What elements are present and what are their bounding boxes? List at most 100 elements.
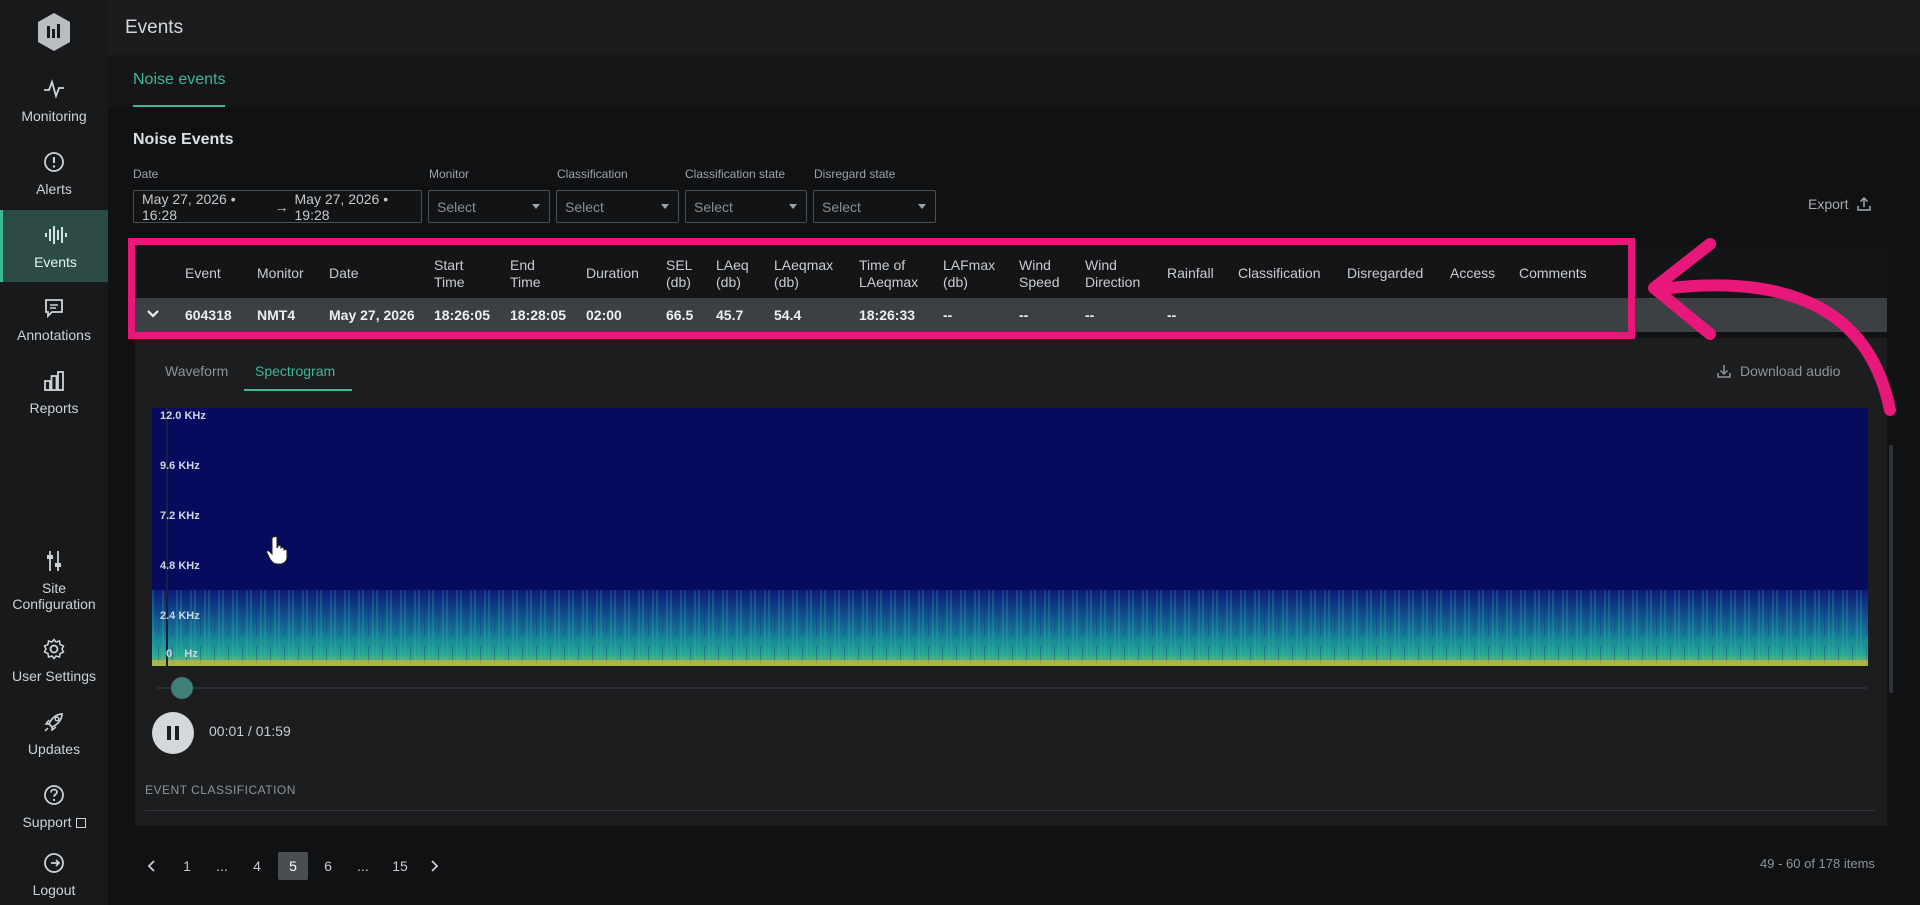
col-event[interactable]: Event (185, 247, 221, 300)
page-ellipsis[interactable]: ... (349, 852, 377, 880)
download-icon (1717, 365, 1731, 378)
col-start-time[interactable]: Start Time (434, 247, 465, 300)
col-sel[interactable]: SEL (db) (666, 247, 692, 300)
chevron-down-icon[interactable] (147, 308, 159, 320)
audio-scrubber-handle[interactable] (170, 677, 193, 699)
col-access[interactable]: Access (1450, 247, 1495, 300)
audio-scrubber-track[interactable] (157, 687, 1867, 689)
page-5[interactable]: 5 (278, 852, 308, 880)
sidebar-item-label: Site Configuration (12, 580, 96, 612)
col-laeqmax[interactable]: LAeqmax (db) (774, 247, 833, 300)
col-wind-direction-line2: Direction (1085, 273, 1141, 290)
sidebar-item-logout[interactable]: Logout (0, 843, 108, 905)
monitor-filter-label: Monitor (429, 167, 470, 181)
disregard-state-select[interactable]: Select (813, 190, 936, 223)
pause-button[interactable] (152, 712, 194, 754)
col-end-time-line2: Time (510, 273, 541, 290)
sidebar-item-annotations[interactable]: Annotations (0, 283, 108, 355)
next-page-icon[interactable] (426, 859, 442, 873)
col-date[interactable]: Date (329, 247, 359, 300)
sidebar-item-updates[interactable]: Updates (0, 697, 108, 769)
col-time-of-laeqmax[interactable]: Time of LAeqmax (859, 247, 918, 300)
col-duration[interactable]: Duration (586, 247, 639, 300)
date-from: May 27, 2026 • 16:28 (142, 190, 236, 223)
disregard-state-label: Disregard state (814, 167, 896, 181)
date-range-picker[interactable]: May 27, 2026 • 16:28 → May 27, 2026 • 19… (133, 190, 422, 223)
help-circle-icon (41, 782, 67, 808)
export-button[interactable]: Export (1808, 196, 1872, 212)
cell-duration: 02:00 (586, 307, 622, 323)
upload-icon (1857, 196, 1872, 211)
freq-label: 0 Hz (166, 648, 198, 660)
col-wind-direction[interactable]: Wind Direction (1085, 247, 1140, 300)
cell-laeq: 45.7 (716, 307, 744, 323)
col-classification[interactable]: Classification (1238, 247, 1320, 300)
col-wind-direction-line1: Wind (1085, 256, 1117, 273)
prev-page-icon[interactable] (144, 859, 160, 873)
col-wind-speed[interactable]: Wind Speed (1019, 247, 1059, 300)
page-6[interactable]: 6 (314, 852, 342, 880)
col-laeq[interactable]: LAeq (db) (716, 247, 749, 300)
page-title: Events (125, 17, 184, 38)
classification-select[interactable]: Select (556, 190, 679, 223)
col-start-time-line2: Time (434, 273, 465, 290)
sidebar-item-label: Annotations (17, 327, 91, 343)
classification-state-value: Select (694, 198, 733, 215)
col-comments[interactable]: Comments (1519, 247, 1587, 300)
col-laeqmax-line2: (db) (774, 273, 799, 290)
sidebar-item-monitoring[interactable]: Monitoring (0, 64, 108, 136)
page-1[interactable]: 1 (173, 852, 201, 880)
tab-spectrogram[interactable]: Spectrogram (255, 363, 335, 379)
sidebar-item-support[interactable]: Support (0, 770, 108, 842)
col-sel-line2: (db) (666, 273, 691, 290)
items-count: 49 - 60 of 178 items (1760, 856, 1875, 871)
col-lafmax[interactable]: LAFmax (db) (943, 247, 995, 300)
sidebar-item-label: Events (34, 254, 77, 270)
cell-monitor: NMT4 (257, 307, 296, 323)
tab-waveform[interactable]: Waveform (165, 363, 228, 379)
sidebar-item-reports[interactable]: Reports (0, 356, 108, 428)
freq-label: 7.2 KHz (160, 510, 200, 522)
col-monitor[interactable]: Monitor (257, 247, 304, 300)
monitor-select-value: Select (437, 198, 476, 215)
spectrogram-image[interactable] (152, 408, 1868, 666)
sidebar-item-site-configuration[interactable]: Site Configuration (0, 540, 108, 620)
page-15[interactable]: 15 (385, 852, 415, 880)
cell-rainfall: -- (1167, 307, 1177, 323)
page-ellipsis[interactable]: ... (208, 852, 236, 880)
monitor-select[interactable]: Select (428, 190, 550, 223)
sidebar-item-label: Support (22, 814, 72, 830)
caret-down-icon (918, 204, 926, 209)
sidebar-item-user-settings[interactable]: User Settings (0, 624, 108, 696)
pause-icon-bar (175, 726, 179, 740)
classification-state-select[interactable]: Select (685, 190, 807, 223)
classification-select-value: Select (565, 198, 604, 215)
sidebar-item-alerts[interactable]: Alerts (0, 137, 108, 209)
tab-noise-events[interactable]: Noise events (133, 71, 226, 89)
freq-label: 9.6 KHz (160, 460, 200, 472)
vertical-scrollbar[interactable] (1889, 445, 1893, 693)
col-laeq-line2: (db) (716, 273, 741, 290)
col-rainfall[interactable]: Rainfall (1167, 247, 1214, 300)
sidebar: Monitoring Alerts Events Annotations Rep… (0, 0, 108, 905)
sidebar-item-label: Updates (27, 741, 81, 757)
freq-label: 12.0 KHz (160, 410, 206, 422)
app-logo-icon[interactable] (36, 12, 72, 52)
sidebar-item-label: Monitoring (21, 108, 87, 124)
cell-date: May 27, 2026 (329, 307, 415, 323)
cell-wind-direction: -- (1085, 307, 1095, 323)
col-laeqmax-line1: LAeqmax (774, 256, 834, 273)
table-row[interactable]: 604318 NMT4 May 27, 2026 18:26:05 18:28:… (133, 298, 1887, 332)
top-header: Events (108, 0, 1920, 55)
sound-wave-icon (43, 222, 69, 248)
date-filter-label: Date (133, 167, 159, 181)
download-audio-button[interactable]: Download audio (1716, 363, 1840, 379)
page-4[interactable]: 4 (243, 852, 271, 880)
download-audio-label: Download audio (1740, 363, 1841, 379)
sidebar-item-events[interactable]: Events (0, 210, 108, 282)
col-disregarded[interactable]: Disregarded (1347, 247, 1423, 300)
hand-cursor-icon (266, 535, 288, 565)
col-time-of-laeqmax-line1: Time of (859, 256, 906, 273)
col-end-time[interactable]: End Time (510, 247, 541, 300)
caret-down-icon (789, 204, 797, 209)
